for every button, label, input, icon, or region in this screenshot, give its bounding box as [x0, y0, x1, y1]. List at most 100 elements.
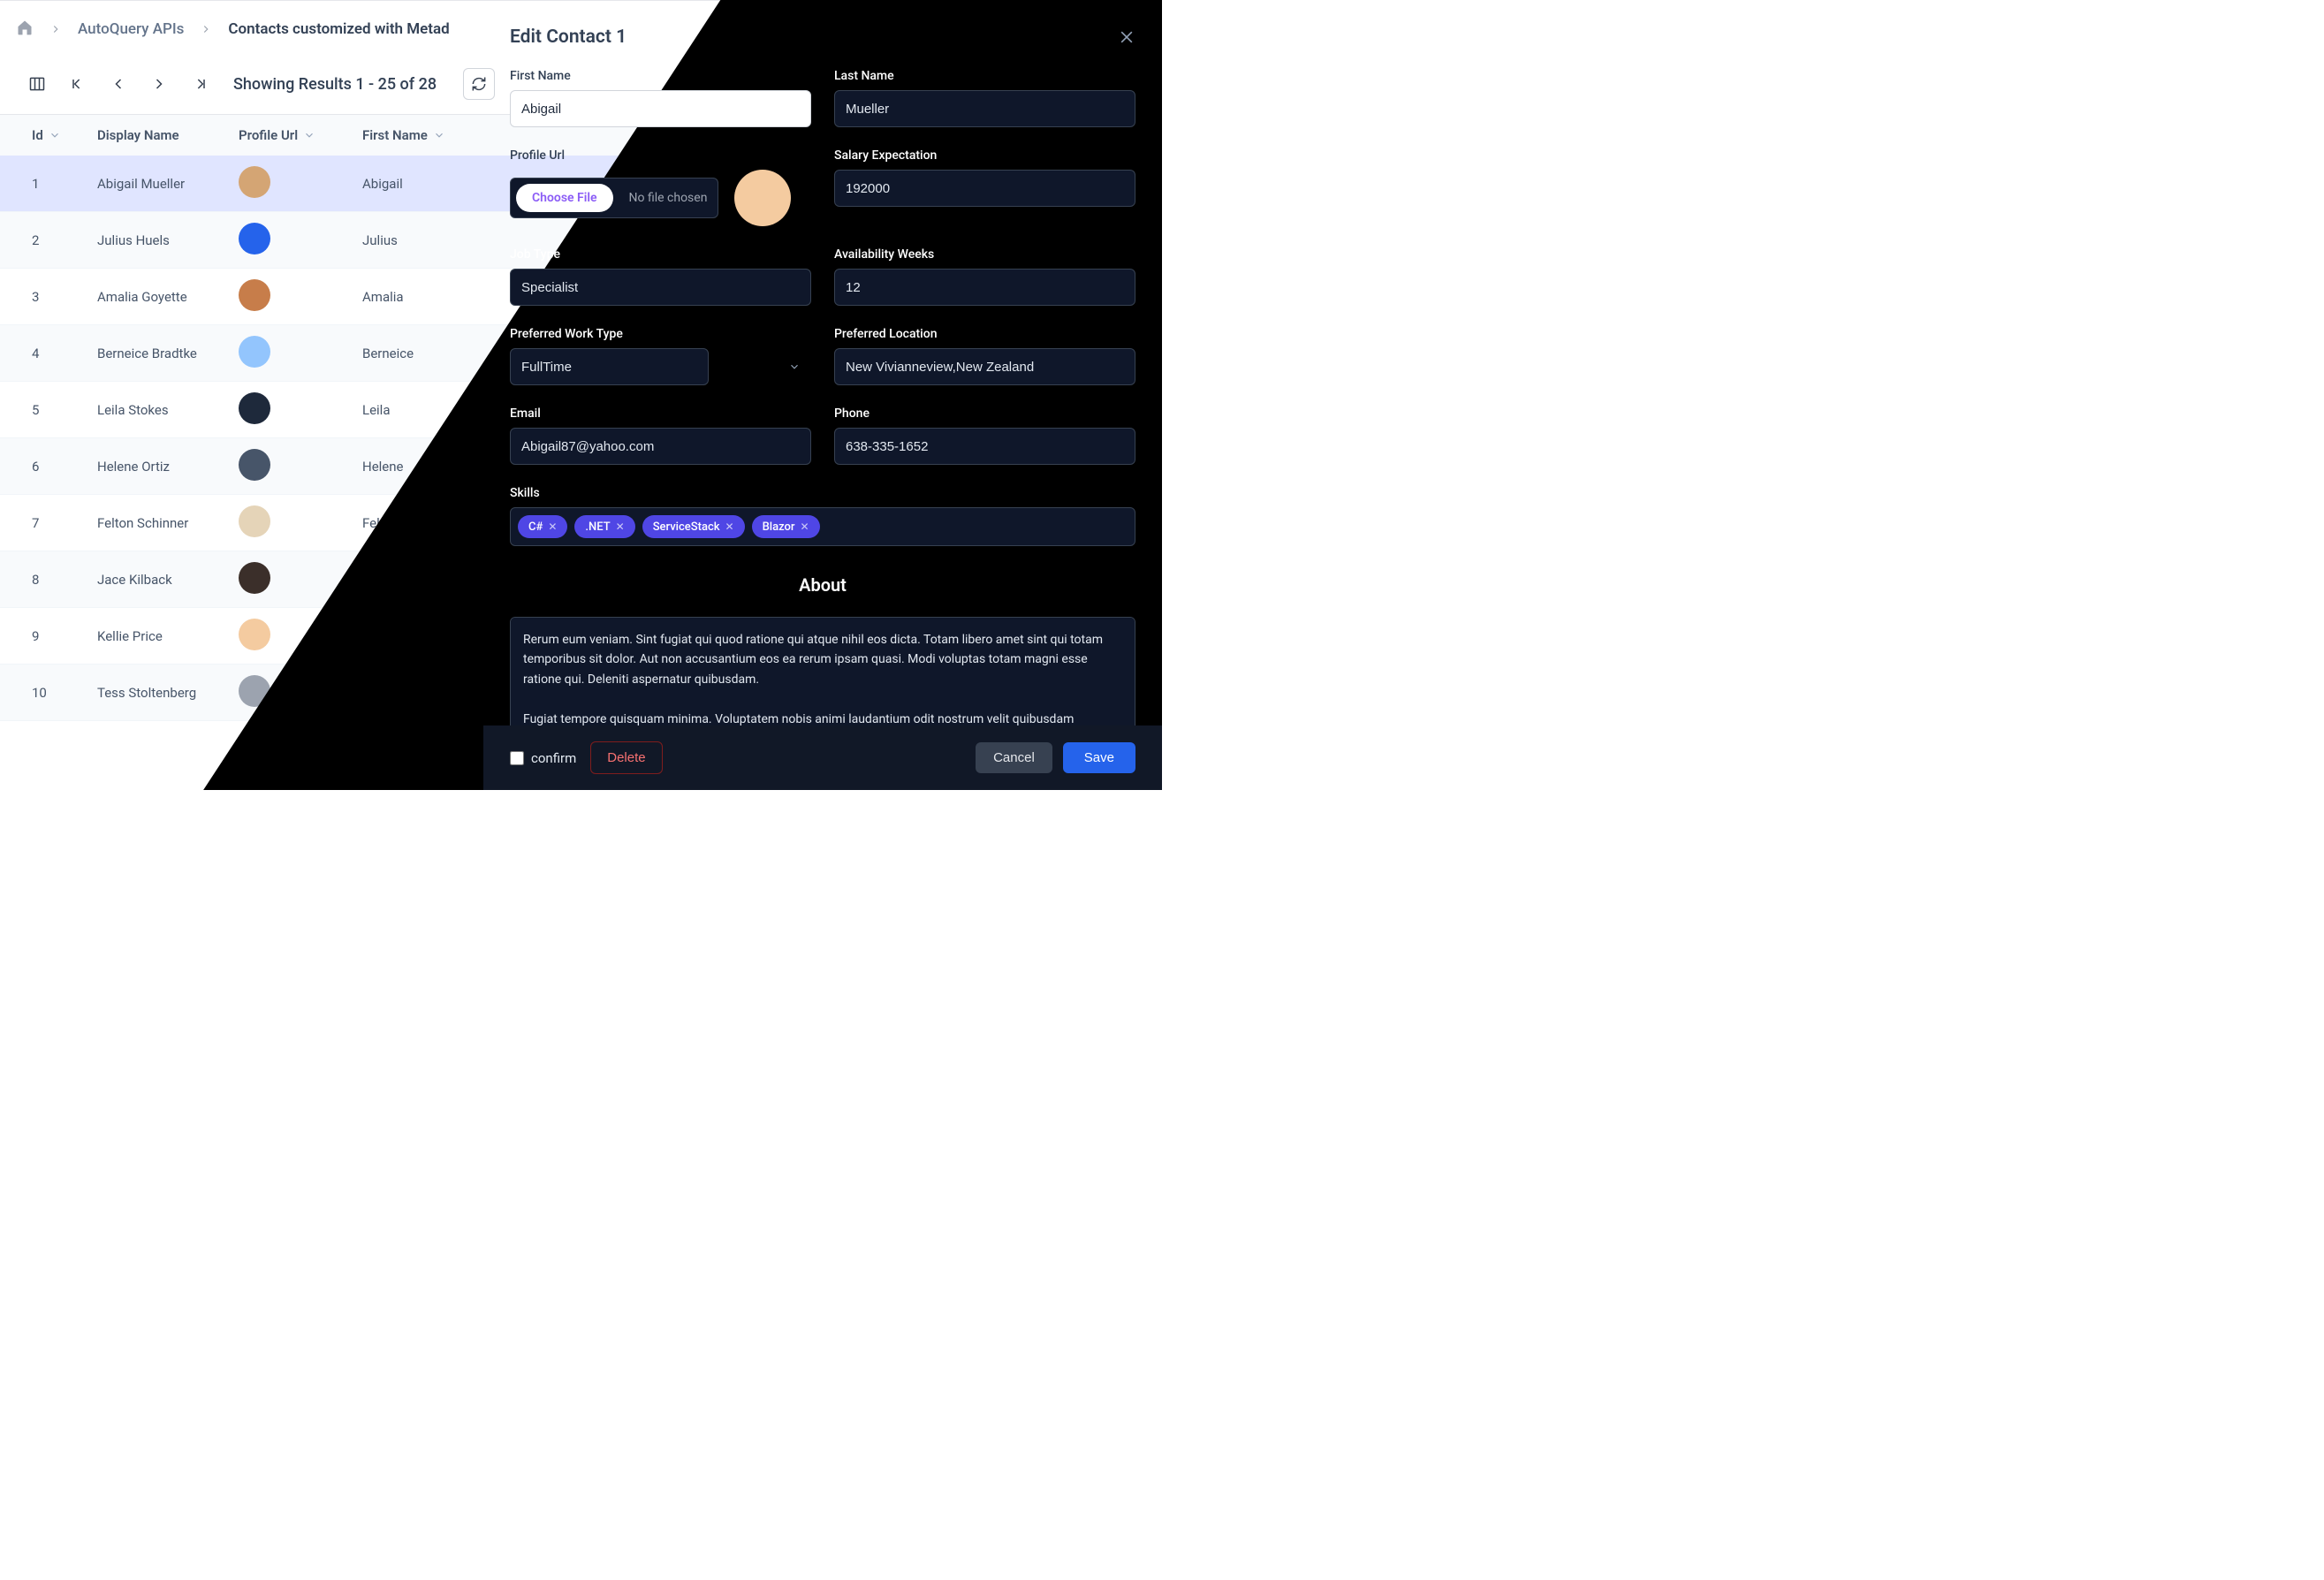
label-pref-location: Preferred Location: [834, 327, 1135, 341]
avatar: [239, 166, 270, 198]
breadcrumb-link-autoquery[interactable]: AutoQuery APIs: [78, 20, 184, 38]
email-input[interactable]: [510, 428, 811, 465]
label-availability: Availability Weeks: [834, 247, 1135, 262]
chevron-right-icon: [200, 23, 212, 35]
cell-display-name: Julius Huels: [97, 232, 239, 248]
phone-input[interactable]: [834, 428, 1135, 465]
label-phone: Phone: [834, 406, 1135, 421]
availability-input[interactable]: [834, 269, 1135, 306]
header-profile-url[interactable]: Profile Url: [239, 127, 362, 143]
choose-file-button[interactable]: Choose File: [516, 184, 613, 212]
cell-profile-url: [239, 505, 362, 541]
cell-profile-url: [239, 223, 362, 258]
label-profile-url: Profile Url: [510, 148, 811, 163]
cell-display-name: Kellie Price: [97, 628, 239, 644]
cell-display-name: Amalia Goyette: [97, 289, 239, 305]
cell-id: 6: [0, 459, 97, 475]
header-id[interactable]: Id: [0, 127, 97, 143]
cell-display-name: Jace Kilback: [97, 572, 239, 588]
avatar: [239, 619, 270, 650]
prev-page-button[interactable]: [103, 68, 134, 100]
cell-profile-url: [239, 449, 362, 484]
cell-display-name: Tess Stoltenberg: [97, 685, 239, 701]
panel-title: Edit Contact 1: [510, 27, 627, 48]
label-skills: Skills: [510, 486, 1135, 500]
about-heading: About: [510, 574, 1135, 596]
last-page-button[interactable]: [184, 68, 216, 100]
job-type-input[interactable]: [510, 269, 811, 306]
first-page-button[interactable]: [62, 68, 94, 100]
cell-id: 3: [0, 289, 97, 305]
remove-skill-icon[interactable]: ✕: [548, 520, 557, 533]
next-page-button[interactable]: [143, 68, 175, 100]
close-icon[interactable]: [1118, 28, 1135, 46]
label-salary: Salary Expectation: [834, 148, 1135, 163]
skill-chip[interactable]: .NET✕: [574, 515, 634, 538]
avatar: [239, 392, 270, 424]
breadcrumb-current: Contacts customized with Metad: [228, 20, 449, 38]
chevron-down-icon: [788, 361, 801, 373]
confirm-checkbox[interactable]: confirm: [510, 750, 576, 766]
cell-id: 7: [0, 515, 97, 531]
file-chooser[interactable]: Choose File No file chosen: [510, 178, 718, 218]
cell-display-name: Felton Schinner: [97, 515, 239, 531]
panel-footer: confirm Delete Cancel Save: [483, 725, 1162, 790]
cell-profile-url: [239, 279, 362, 315]
cell-profile-url: [239, 166, 362, 201]
skill-chip[interactable]: C#✕: [518, 515, 567, 538]
cell-display-name: Abigail Mueller: [97, 176, 239, 192]
label-job-type: Job Type: [510, 247, 811, 262]
pref-work-select[interactable]: [510, 348, 709, 385]
skill-chip[interactable]: Blazor✕: [752, 515, 820, 538]
edit-panel: Edit Contact 1 First Name Last Name Prof…: [483, 0, 1162, 790]
cell-id: 5: [0, 402, 97, 418]
skills-input[interactable]: C#✕ .NET✕ ServiceStack✕ Blazor✕: [510, 507, 1135, 546]
cell-id: 4: [0, 346, 97, 361]
header-first-name[interactable]: First Name: [362, 127, 504, 143]
label-email: Email: [510, 406, 811, 421]
avatar: [239, 336, 270, 368]
pref-location-input[interactable]: [834, 348, 1135, 385]
cell-id: 10: [0, 685, 97, 701]
results-summary: Showing Results 1 - 25 of 28: [233, 75, 437, 94]
cell-first-name: Amalia: [362, 289, 504, 305]
label-pref-work: Preferred Work Type: [510, 327, 811, 341]
remove-skill-icon[interactable]: ✕: [616, 520, 625, 533]
columns-button[interactable]: [21, 68, 53, 100]
label-first-name: First Name: [510, 69, 811, 83]
cell-first-name: Berneice: [362, 346, 504, 361]
cell-profile-url: [239, 336, 362, 371]
confirm-input[interactable]: [510, 751, 524, 765]
cell-id: 2: [0, 232, 97, 248]
cell-display-name: Berneice Bradtke: [97, 346, 239, 361]
cell-first-name: Abigail: [362, 176, 504, 192]
cell-first-name: Julius: [362, 232, 504, 248]
save-button[interactable]: Save: [1063, 742, 1135, 773]
cell-id: 1: [0, 176, 97, 192]
cell-profile-url: [239, 392, 362, 428]
skill-chip[interactable]: ServiceStack✕: [642, 515, 745, 538]
cancel-button[interactable]: Cancel: [976, 742, 1052, 773]
avatar: [239, 505, 270, 537]
avatar: [239, 562, 270, 594]
remove-skill-icon[interactable]: ✕: [725, 520, 734, 533]
remove-skill-icon[interactable]: ✕: [801, 520, 809, 533]
last-name-input[interactable]: [834, 90, 1135, 127]
label-last-name: Last Name: [834, 69, 1135, 83]
header-display-name[interactable]: Display Name: [97, 127, 239, 143]
first-name-input[interactable]: [510, 90, 811, 127]
avatar: [239, 449, 270, 481]
delete-button[interactable]: Delete: [590, 741, 662, 774]
cell-id: 9: [0, 628, 97, 644]
avatar: [239, 223, 270, 254]
avatar: [239, 279, 270, 311]
cell-display-name: Helene Ortiz: [97, 459, 239, 475]
about-textarea[interactable]: [510, 617, 1135, 741]
avatar: [734, 170, 791, 226]
no-file-text: No file chosen: [629, 191, 708, 205]
salary-input[interactable]: [834, 170, 1135, 207]
home-icon[interactable]: [16, 19, 34, 40]
chevron-right-icon: [49, 23, 62, 35]
cell-id: 8: [0, 572, 97, 588]
cell-display-name: Leila Stokes: [97, 402, 239, 418]
